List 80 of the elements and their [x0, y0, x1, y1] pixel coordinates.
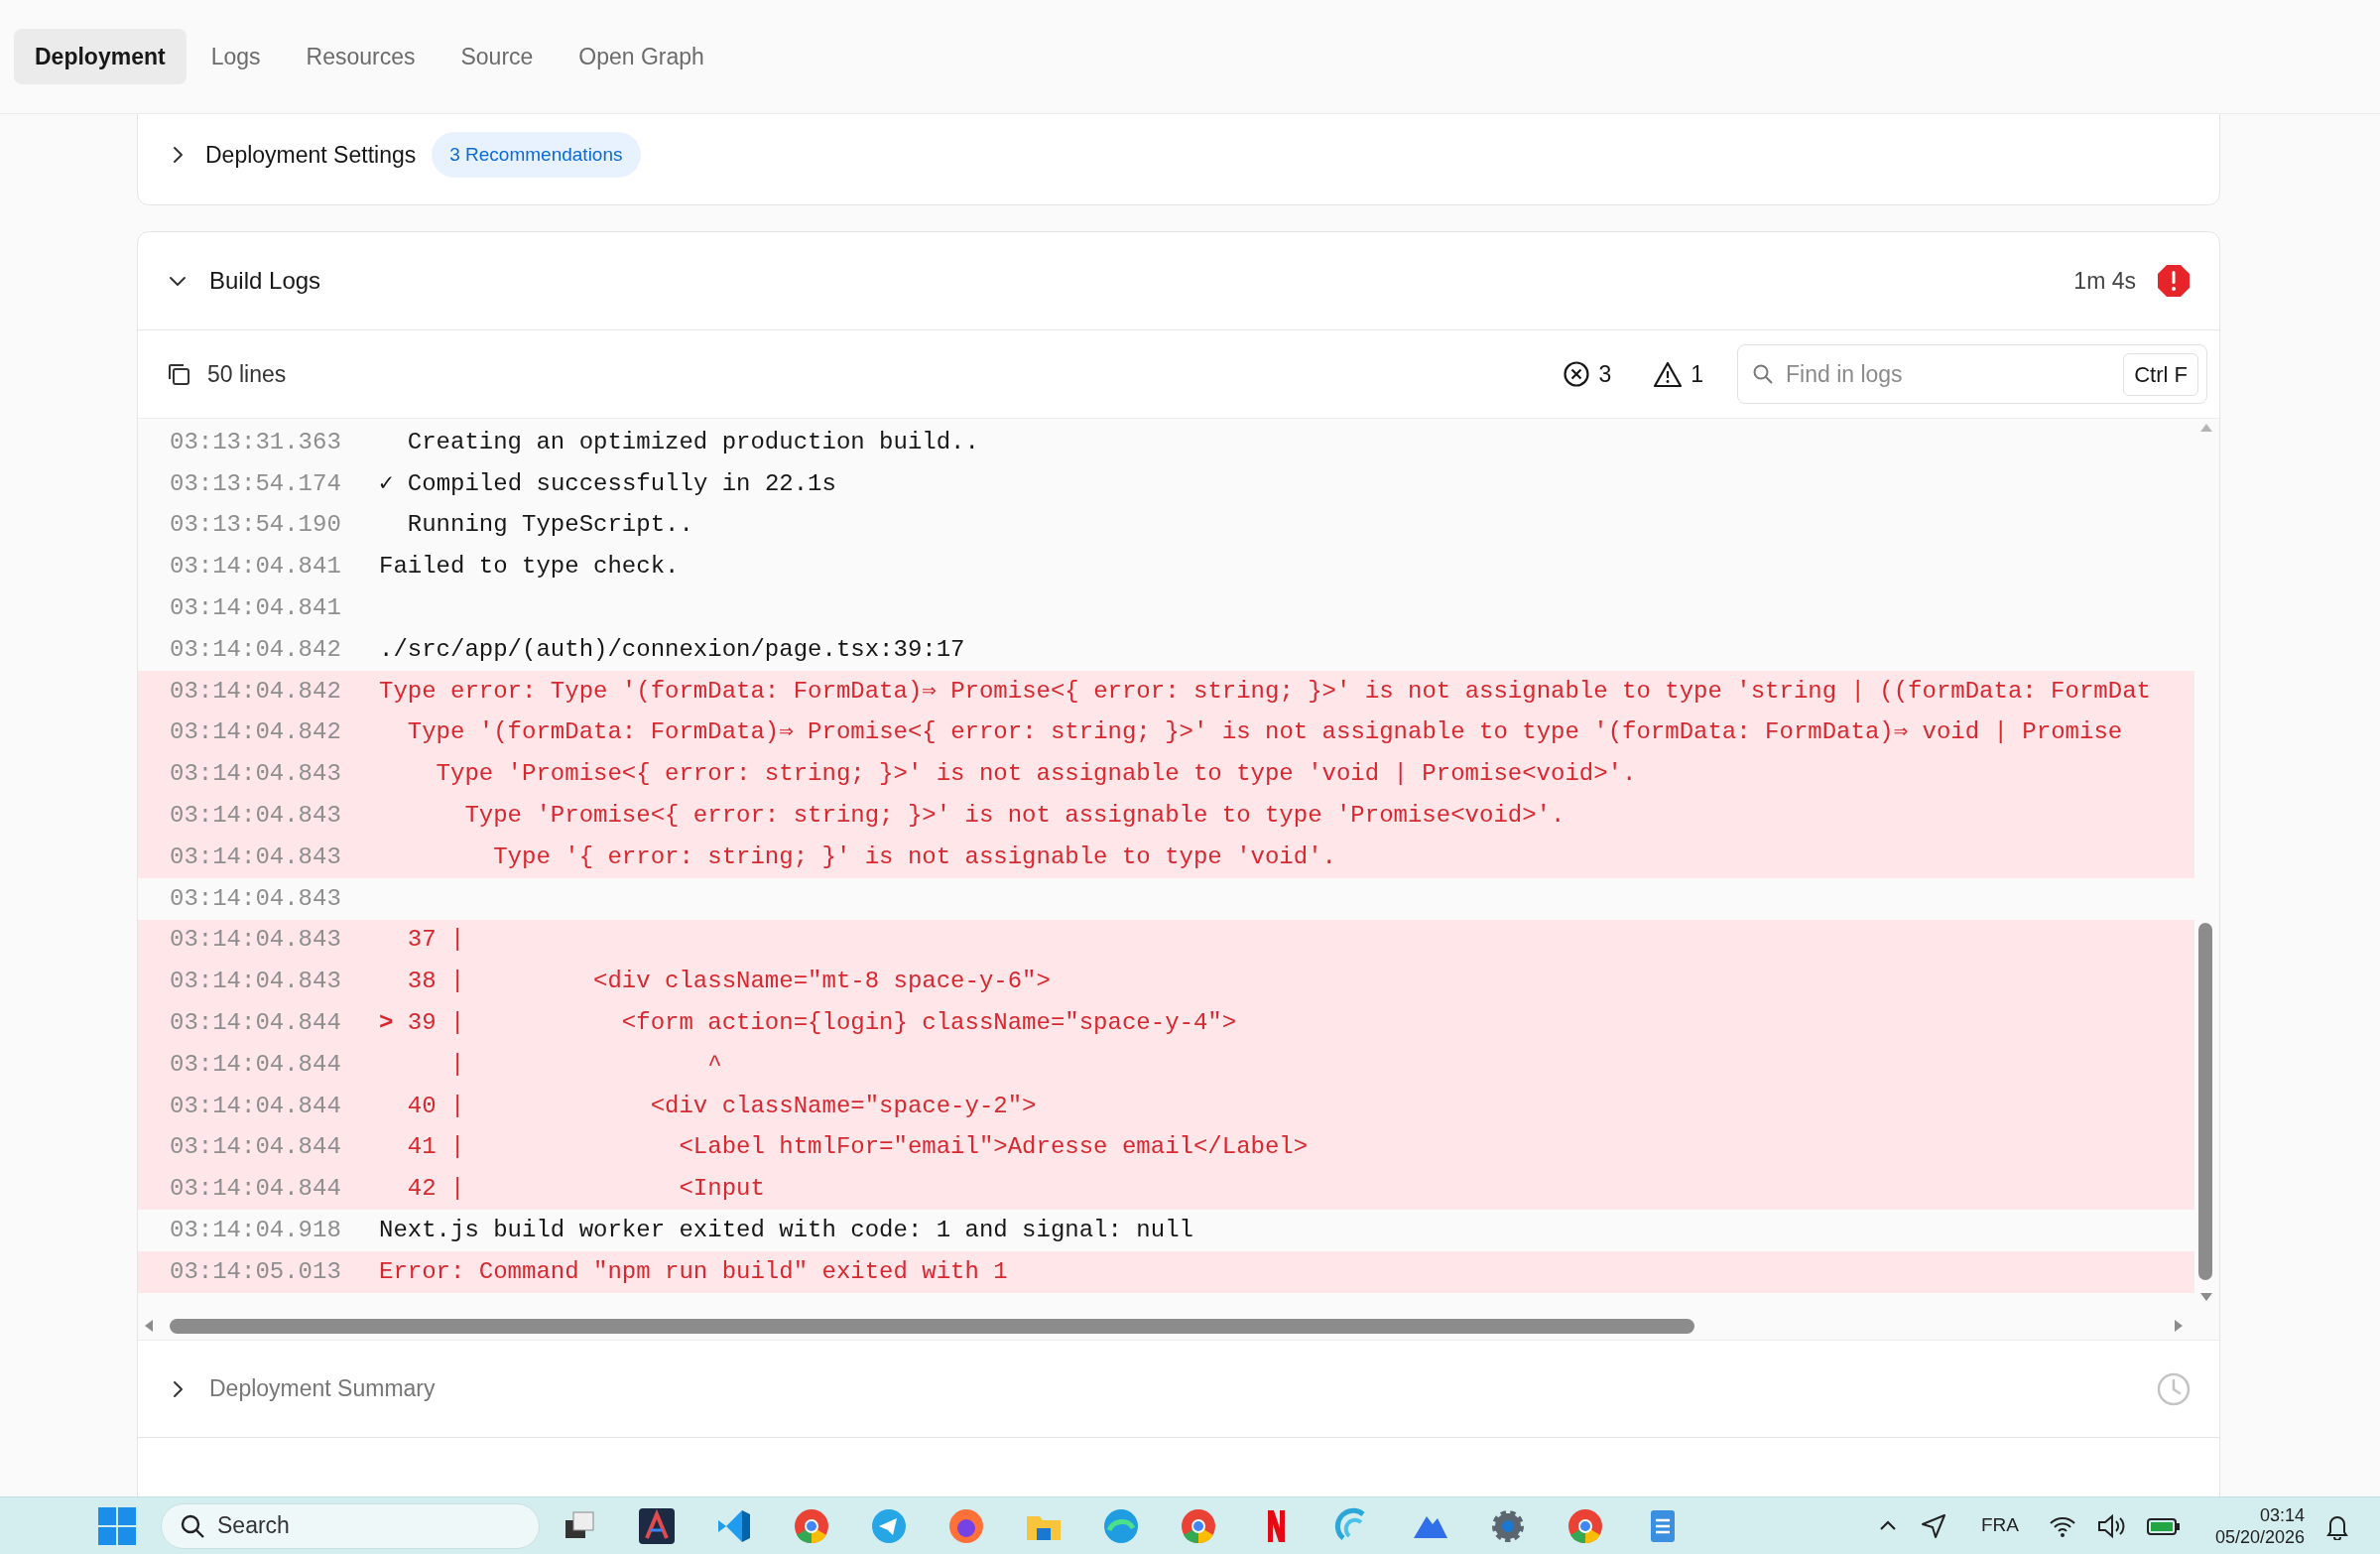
log-line: Type error: Type '(formData: FormData)⇒ Promise<{ error: string; }>' is not assignable to type 'string | ((formData: FormDat: [379, 676, 2151, 707]
timestamp: 03:14:04.843: [169, 883, 342, 914]
timestamp: 03:14:04.842: [169, 634, 342, 665]
timestamp: 03:13:31.363: [169, 427, 342, 457]
scrollbar-thumb[interactable]: [2198, 923, 2213, 1280]
tab[interactable]: Source: [439, 29, 555, 84]
section-title[interactable]: Build Logs: [209, 263, 321, 299]
tab[interactable]: Logs: [189, 29, 282, 84]
line-count: 50 lines: [207, 359, 287, 389]
warning-count[interactable]: 1: [1691, 356, 1703, 392]
log-line: Creating an optimized production build..: [406, 427, 979, 457]
error-count[interactable]: 3: [1598, 356, 1612, 392]
tab[interactable]: Open Graph: [558, 29, 725, 84]
log-line: | ^: [449, 1049, 722, 1080]
timestamp: 03:14:04.844: [169, 1091, 342, 1121]
timestamp: 03:14:04.842: [169, 717, 342, 748]
timestamp: 03:14:04.842: [169, 676, 342, 707]
log-line: 38 | <div className="mt-8 space-y-6">: [406, 967, 1051, 997]
search-icon: [180, 1512, 205, 1539]
timestamp: 03:14:04.843: [169, 759, 342, 790]
start-icon[interactable]: [97, 1505, 137, 1546]
taskbar-search-input[interactable]: Search: [217, 1508, 521, 1543]
section-title[interactable]: Deployment Summary: [209, 1371, 436, 1406]
timestamp: 03:13:54.190: [169, 510, 342, 541]
scroll-up-icon: [2199, 423, 2214, 433]
log-line: 42 | <Input: [406, 1174, 765, 1205]
error-count-icon[interactable]: [1563, 360, 1591, 388]
timestamp: 03:13:54.174: [169, 468, 342, 499]
scroll-right-icon: [2174, 1319, 2184, 1333]
error-icon: [2156, 263, 2192, 299]
log-line: > 39 | <form action={login} className="space-y-4">: [379, 1008, 1237, 1039]
search-icon: [1752, 363, 1774, 385]
timestamp: 03:14:04.843: [169, 967, 342, 997]
scroll-down-icon: [2199, 1292, 2214, 1302]
clock[interactable]: 03:14 05/20/2026: [2214, 1503, 2305, 1548]
timestamp: 03:14:04.841: [169, 593, 342, 624]
log-line: ✓ Compiled successfully in 22.1s: [379, 468, 836, 499]
log-line: Type 'Promise<{ error: string; }>' is not assignable to type 'void | Promise<void>'.: [435, 759, 1637, 790]
timestamp: 03:14:04.843: [169, 801, 342, 832]
log-line: 41 | <Label htmlFor="email">Adresse email</Label>: [406, 1132, 1309, 1163]
timestamp: 03:14:04.843: [169, 842, 342, 872]
language-indicator[interactable]: FRA: [1980, 1511, 2019, 1540]
timestamp: 03:14:04.918: [169, 1216, 342, 1246]
letter-a-icon[interactable]: [637, 1505, 677, 1546]
log-search-input[interactable]: Find in logs: [1786, 356, 2112, 392]
section-title[interactable]: Deployment Settings: [205, 137, 417, 173]
log-line: Next.js build worker exited with code: 1 and signal: null: [379, 1216, 1193, 1246]
tab[interactable]: Deployment: [14, 29, 187, 84]
timestamp: 03:14:04.844: [169, 1049, 342, 1080]
log-filter-box[interactable]: Find in logs Ctrl F: [1737, 344, 2207, 404]
recommendations-badge[interactable]: 3 Recommendations: [432, 131, 641, 179]
log-line: ./src/app/(auth)/connexion/page.tsx:39:17: [379, 634, 965, 665]
timestamp: 03:14:04.843: [169, 925, 342, 956]
log-line: Failed to type check.: [379, 552, 680, 583]
log-line: Running TypeScript..: [406, 510, 693, 541]
log-line: 40 | <div className="space-y-2">: [406, 1091, 1037, 1121]
clock-time: 03:14: [2259, 1503, 2305, 1526]
speaker-icon[interactable]: [2095, 1512, 2126, 1539]
clock-date: 05/20/2026: [2214, 1525, 2305, 1548]
horizontal-scrollbar[interactable]: [138, 1311, 2219, 1341]
duration-text: 1m 4s: [2073, 266, 2136, 296]
timestamp: 03:14:04.844: [169, 1008, 342, 1039]
tab[interactable]: Resources: [285, 29, 437, 84]
scrollbar-thumb[interactable]: [170, 1319, 1694, 1334]
clock-icon: [2156, 1370, 2192, 1407]
log-line: Type '{ error: string; }' is not assignable to type 'void'.: [492, 842, 1336, 872]
taskbar-search-box[interactable]: Search: [161, 1502, 540, 1549]
log-line: Error: Command "npm run build" exited with 1: [379, 1256, 1008, 1287]
log-line: Type 'Promise<{ error: string; }>' is not assignable to type 'Promise<void>'.: [463, 801, 1566, 832]
shortcut-key: Ctrl F: [2123, 352, 2198, 396]
location-arrow-icon[interactable]: [1919, 1511, 1947, 1540]
copy-icon[interactable]: [166, 361, 191, 387]
timestamp: 03:14:05.013: [169, 1256, 342, 1287]
timestamp: 03:14:04.844: [169, 1174, 342, 1205]
log-line: Type '(formData: FormData)⇒ Promise<{ error: string; }>' is not assignable to type '(formData: FormData)⇒ void | Promise: [406, 717, 2123, 748]
warning-icon[interactable]: [1653, 360, 1684, 388]
timestamp: 03:14:04.841: [169, 552, 342, 583]
scroll-left-icon: [144, 1319, 154, 1333]
timestamp: 03:14:04.844: [169, 1132, 342, 1163]
log-line: 37 |: [406, 925, 465, 956]
